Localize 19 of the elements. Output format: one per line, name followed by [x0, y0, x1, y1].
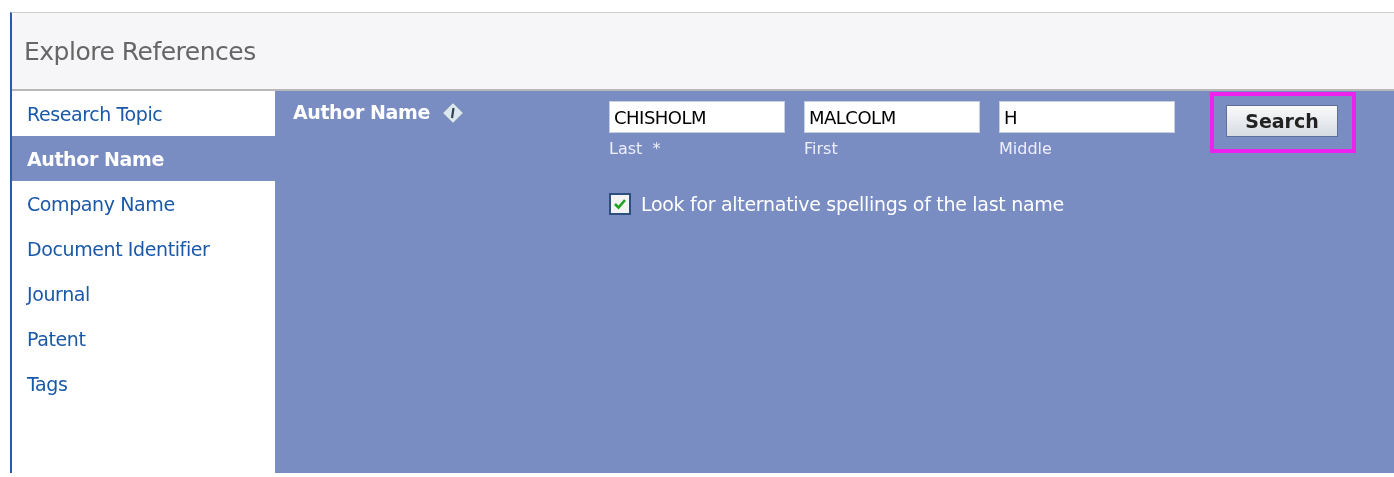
sidebar-item[interactable]: Document Identifier [12, 226, 275, 271]
sidebar-item[interactable]: Tags [12, 361, 275, 406]
sidebar-item[interactable]: Journal [12, 271, 275, 316]
checkbox-label: Look for alternative spellings of the last name [641, 193, 1064, 215]
name-input-field[interactable]: MALCOLM [804, 101, 980, 133]
name-input-field[interactable]: H [999, 101, 1175, 133]
search-button[interactable]: Search [1226, 105, 1338, 137]
sidebar-item[interactable]: Research Topic [12, 91, 275, 136]
sidebar-item[interactable]: Company Name [12, 181, 275, 226]
check-icon [613, 197, 627, 211]
field-label: Middle [999, 139, 1053, 158]
sidebar-item[interactable]: Patent [12, 316, 275, 361]
name-input-field[interactable]: CHISHOLM [609, 101, 785, 133]
form-title: Author Name [293, 101, 430, 123]
panel-title: Explore References [24, 36, 256, 66]
field-label: Last * [609, 139, 662, 158]
info-icon[interactable] [441, 102, 464, 124]
field-label: First [804, 139, 839, 158]
checkbox[interactable] [609, 193, 631, 215]
